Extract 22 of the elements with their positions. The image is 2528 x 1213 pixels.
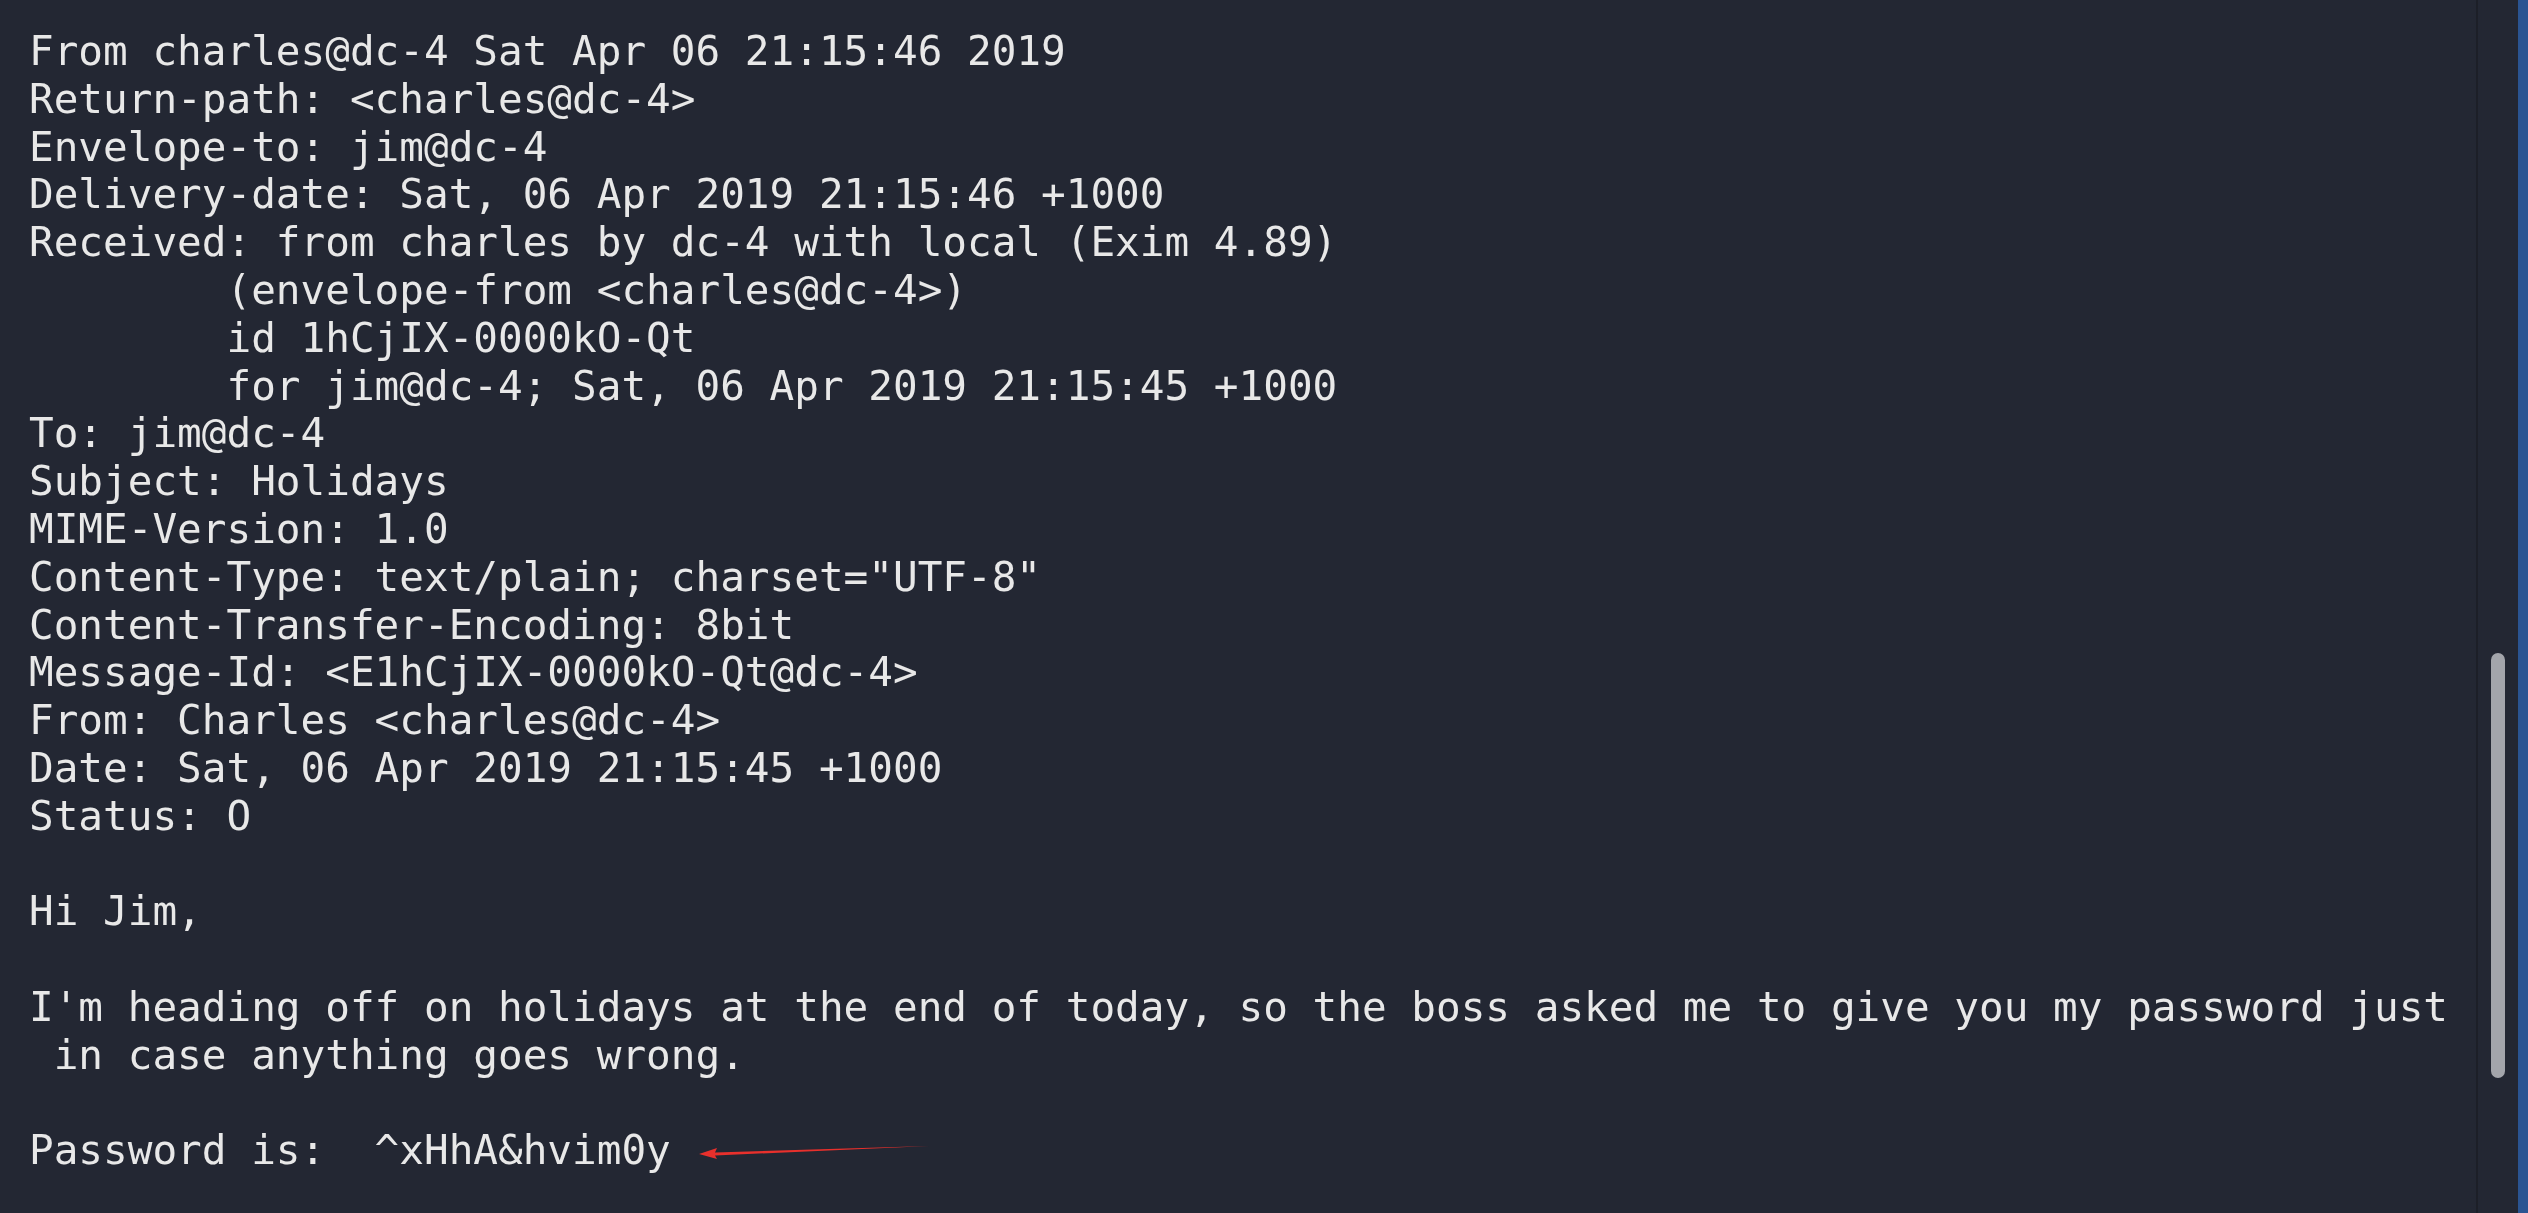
header-line: From charles@dc-4 Sat Apr 06 21:15:46 2019 (29, 28, 1066, 76)
message-line: I'm heading off on holidays at the end of today, so the boss asked me to give you my password just (29, 983, 2449, 1032)
header-line: for jim@dc-4; Sat, 06 Apr 2019 21:15:45 +1000 (225, 362, 1338, 411)
header-line: MIME-Version: 1.0 (29, 505, 449, 554)
header-line: To: jim@dc-4 (29, 410, 326, 459)
header-line: Date: Sat, 06 Apr 2019 21:15:45 +1000 (29, 744, 943, 793)
header-line: Delivery-date: Sat, 06 Apr 2019 21:15:46 +1000 (29, 171, 1165, 220)
message-line: in case anything goes wrong. (52, 1031, 745, 1080)
header-line: Status: O (29, 792, 252, 841)
message-line: Hi Jim, (29, 888, 202, 937)
header-line: Message-Id: <E1hCjIX-0000kO-Qt@dc-4> (29, 649, 918, 698)
header-line: id 1hCjIX-0000kO-Qt (225, 314, 696, 363)
header-line: From: Charles <charles@dc-4> (29, 697, 721, 745)
header-line: Content-Type: text/plain; charset="UTF-8" (29, 553, 1042, 602)
header-line: Envelope-to: jim@dc-4 (29, 123, 548, 172)
scrollbar-thumb[interactable] (2491, 653, 2505, 1078)
header-line: Return-path: <charles@dc-4> (29, 75, 696, 124)
header-line: Subject: Holidays (29, 458, 449, 506)
header-line: Received: from charles by dc-4 with local (Exim 4.89) (29, 219, 1338, 267)
header-line: (envelope-from <charles@dc-4>) (225, 267, 967, 315)
header-line: Content-Transfer-Encoding: 8bit (29, 601, 795, 650)
message-line: Password is: ^xHhA&hvim0y (29, 1127, 671, 1176)
